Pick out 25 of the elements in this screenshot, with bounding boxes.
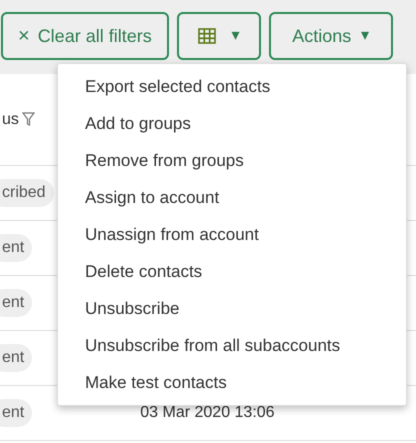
menu-item[interactable]: Delete contacts	[58, 253, 406, 290]
column-header: us	[2, 110, 19, 130]
menu-item[interactable]: Unassign from account	[58, 216, 406, 253]
clear-filters-button[interactable]: × Clear all filters	[1, 12, 169, 60]
menu-item[interactable]: Export selected contacts	[58, 68, 406, 105]
menu-item[interactable]: Make test contacts	[58, 364, 406, 401]
menu-item[interactable]: Remove from groups	[58, 142, 406, 179]
menu-item[interactable]: Add to groups	[58, 105, 406, 142]
caret-icon: ▾	[361, 24, 370, 48]
date-cell-text: 03 Mar 2020 13:06	[140, 403, 275, 423]
status-badge: ent	[0, 289, 32, 317]
close-icon: ×	[18, 21, 30, 51]
status-badge: ent	[0, 234, 32, 262]
table-icon	[198, 28, 216, 44]
status-badge: cribed	[0, 179, 54, 207]
filter-icon[interactable]	[22, 112, 35, 127]
actions-button[interactable]: Actions ▾	[268, 12, 393, 60]
menu-item[interactable]: Unsubscribe from all subaccounts	[58, 327, 406, 364]
clear-filters-label: Clear all filters	[38, 24, 152, 48]
columns-button[interactable]: ▾	[176, 12, 261, 60]
status-badge: ent	[0, 399, 32, 427]
menu-item[interactable]: Unsubscribe	[58, 290, 406, 327]
caret-icon: ▾	[232, 24, 240, 48]
menu-item[interactable]: Assign to account	[58, 179, 406, 216]
status-badge: ent	[0, 344, 32, 372]
